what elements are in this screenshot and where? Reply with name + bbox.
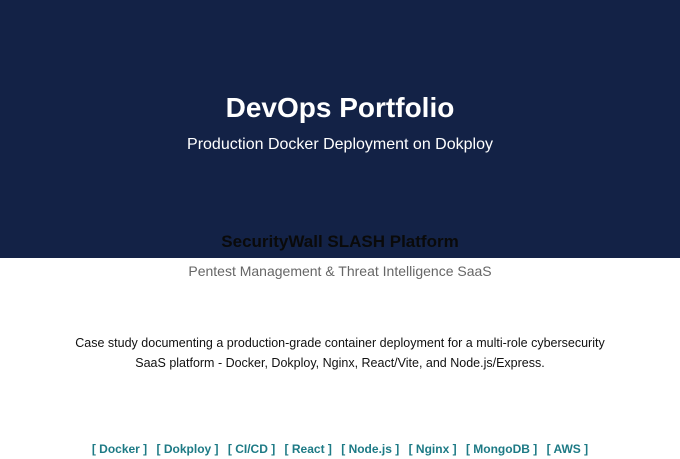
project-tagline: Pentest Management & Threat Intelligence…	[188, 263, 492, 279]
description-line-2: SaaS platform - Docker, Dokploy, Nginx, …	[135, 356, 545, 370]
tag-docker: [ Docker ]	[91, 442, 148, 456]
tag-cicd: [ CI/CD ]	[227, 442, 276, 456]
tech-tag-list: [ Docker ] [ Dokploy ] [ CI/CD ] [ React…	[0, 441, 680, 457]
description-line-1: Case study documenting a production-grad…	[75, 336, 605, 350]
tag-aws: [ AWS ]	[546, 442, 589, 456]
case-study-description: Case study documenting a production-grad…	[60, 333, 620, 373]
portfolio-page: DevOps Portfolio Production Docker Deplo…	[0, 0, 680, 459]
tag-nginx: [ Nginx ]	[408, 442, 457, 456]
hero-title: DevOps Portfolio	[225, 92, 455, 123]
tag-mongodb: [ MongoDB ]	[465, 442, 538, 456]
hero-subtitle: Production Docker Deployment on Dokploy	[187, 136, 493, 153]
tag-nodejs: [ Node.js ]	[341, 442, 400, 456]
project-title: SecurityWall SLASH Platform	[221, 232, 459, 251]
hero-banner: DevOps Portfolio Production Docker Deplo…	[0, 0, 680, 258]
tag-dokploy: [ Dokploy ]	[156, 442, 219, 456]
tag-react: [ React ]	[284, 442, 332, 456]
